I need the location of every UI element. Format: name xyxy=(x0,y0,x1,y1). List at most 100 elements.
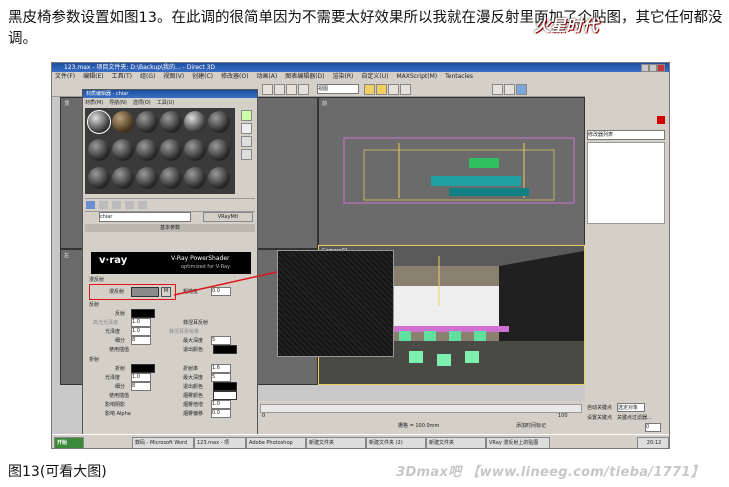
r-max-depth-field[interactable]: 5 xyxy=(211,373,231,382)
fog-bias-field[interactable]: 0.0 xyxy=(211,409,231,418)
exit-color-swatch[interactable] xyxy=(213,345,237,354)
material-name-field[interactable]: chiar xyxy=(99,212,191,222)
menu-tentacles[interactable]: Tentacles xyxy=(445,73,473,80)
hilight-gloss-field[interactable]: 1.0 xyxy=(131,318,151,327)
close-button[interactable] xyxy=(657,64,665,72)
add-time-tag[interactable]: 添加时间标记 xyxy=(516,422,546,429)
sample-slot[interactable] xyxy=(184,111,206,133)
r-subdivs-field[interactable]: 8 xyxy=(131,382,151,391)
move-icon[interactable] xyxy=(274,84,285,95)
menu-rendering[interactable]: 渲染(R) xyxy=(333,73,354,80)
sample-type-icon[interactable] xyxy=(241,110,252,121)
current-frame-field[interactable]: 0 xyxy=(645,423,661,432)
show-map-icon[interactable] xyxy=(137,201,147,209)
sample-slot[interactable] xyxy=(208,167,230,189)
angle-snap-icon[interactable] xyxy=(376,84,387,95)
menu-file[interactable]: 文件(F) xyxy=(55,73,75,80)
taskbar-item[interactable]: VRay 漫反射上的贴图 xyxy=(486,437,550,448)
menu-create[interactable]: 创建(C) xyxy=(192,73,213,80)
autokey-button[interactable]: 自动关键点 xyxy=(587,404,612,411)
mtl-menu-navigation[interactable]: 导航(N) xyxy=(109,100,127,106)
menu-group[interactable]: 组(G) xyxy=(140,73,155,80)
r-gloss-field[interactable]: 1.0 xyxy=(131,373,151,382)
render-icon[interactable] xyxy=(516,84,527,95)
selected-dropdown[interactable]: 选定对象 xyxy=(617,403,645,412)
fog-mult-field[interactable]: 1.0 xyxy=(211,400,231,409)
reference-coord-dropdown[interactable]: 视图 xyxy=(317,84,359,94)
uv-tiling-icon[interactable] xyxy=(241,149,252,160)
setkey-button[interactable]: 设置关键点 xyxy=(587,414,612,421)
menu-maxscript[interactable]: MAXScript(M) xyxy=(396,73,437,80)
r-use-interp-label[interactable]: 使用插值 xyxy=(109,392,129,399)
affect-shadows-label[interactable]: 影响阴影 xyxy=(105,401,125,408)
time-slider[interactable] xyxy=(260,404,582,413)
taskbar-item[interactable]: 新建文件夹 xyxy=(426,437,486,448)
sample-slot[interactable] xyxy=(208,111,230,133)
refract-color-swatch[interactable] xyxy=(131,364,155,373)
menu-tools[interactable]: 工具(T) xyxy=(112,73,132,80)
diffuse-color-swatch[interactable] xyxy=(131,287,159,297)
mtl-menu-options[interactable]: 选项(O) xyxy=(133,100,151,106)
sample-slot[interactable] xyxy=(88,167,110,189)
max-depth-field[interactable]: 5 xyxy=(211,336,231,345)
mirror-icon[interactable] xyxy=(388,84,399,95)
sample-slot[interactable] xyxy=(136,111,158,133)
sample-slot[interactable] xyxy=(160,111,182,133)
use-interp-label[interactable]: 使用插值 xyxy=(109,346,129,353)
taskbar-item[interactable]: 新建文件夹 (2) xyxy=(366,437,426,448)
key-filters-button[interactable]: 关键点过滤器... xyxy=(617,414,652,421)
fog-color-swatch[interactable] xyxy=(213,391,237,400)
menu-graph-editors[interactable]: 图表编辑器(D) xyxy=(285,73,324,80)
refl-gloss-field[interactable]: 1.0 xyxy=(131,327,151,336)
sample-slot[interactable] xyxy=(184,139,206,161)
object-color-swatch[interactable] xyxy=(657,116,665,124)
sample-slot[interactable] xyxy=(136,139,158,161)
mtl-menu-material[interactable]: 材质(M) xyxy=(85,100,103,106)
sample-slot[interactable] xyxy=(112,167,134,189)
rollout-basic-params[interactable]: 基本参数 xyxy=(85,224,255,232)
menu-modifiers[interactable]: 修改器(O) xyxy=(221,73,248,80)
sample-slot[interactable] xyxy=(136,167,158,189)
viewport-front[interactable]: 前 xyxy=(318,97,585,249)
render-setup-icon[interactable] xyxy=(504,84,515,95)
mtl-menu-utilities[interactable]: 工具(U) xyxy=(157,100,175,106)
background-icon[interactable] xyxy=(241,136,252,147)
sample-slot[interactable] xyxy=(160,139,182,161)
sample-slot[interactable] xyxy=(160,167,182,189)
subdivs-field[interactable]: 8 xyxy=(131,336,151,345)
sample-slot[interactable] xyxy=(184,167,206,189)
maximize-button[interactable] xyxy=(649,64,657,72)
reflect-color-swatch[interactable] xyxy=(131,309,155,318)
sample-slot[interactable] xyxy=(112,139,134,161)
menu-customize[interactable]: 自定义(U) xyxy=(361,73,388,80)
modifier-stack[interactable] xyxy=(587,142,665,224)
taskbar-item[interactable]: Adobe Photoshop xyxy=(246,437,306,448)
rotate-icon[interactable] xyxy=(286,84,297,95)
menu-animation[interactable]: 动画(A) xyxy=(256,73,277,80)
affect-alpha-label[interactable]: 影响 Alpha xyxy=(105,410,131,417)
put-to-scene-icon[interactable] xyxy=(98,201,108,209)
get-material-icon[interactable] xyxy=(86,201,95,209)
minimize-button[interactable] xyxy=(641,64,649,72)
material-editor-icon[interactable] xyxy=(492,84,503,95)
scale-icon[interactable] xyxy=(298,84,309,95)
sample-slot[interactable] xyxy=(87,110,111,134)
snap-icon[interactable] xyxy=(364,84,375,95)
taskbar-item[interactable]: 新建文件夹 xyxy=(306,437,366,448)
backlight-icon[interactable] xyxy=(241,123,252,134)
select-icon[interactable] xyxy=(262,84,273,95)
material-type-button[interactable]: VRayMtl xyxy=(203,212,253,222)
assign-material-icon[interactable] xyxy=(111,201,121,209)
sample-slot[interactable] xyxy=(112,111,134,133)
reset-map-icon[interactable] xyxy=(124,201,134,209)
ior-field[interactable]: 1.6 xyxy=(211,364,231,373)
taskbar-item[interactable]: 123.max - 项 xyxy=(194,437,246,448)
align-icon[interactable] xyxy=(400,84,411,95)
sample-slot[interactable] xyxy=(88,139,110,161)
taskbar-item[interactable]: 数码 - Microsoft Word xyxy=(132,437,194,448)
menu-edit[interactable]: 编辑(E) xyxy=(83,73,103,80)
r-exit-color-swatch[interactable] xyxy=(213,382,237,391)
menu-views[interactable]: 视图(V) xyxy=(163,73,184,80)
diffuse-map-button[interactable]: M xyxy=(161,287,171,297)
sample-slot[interactable] xyxy=(208,139,230,161)
